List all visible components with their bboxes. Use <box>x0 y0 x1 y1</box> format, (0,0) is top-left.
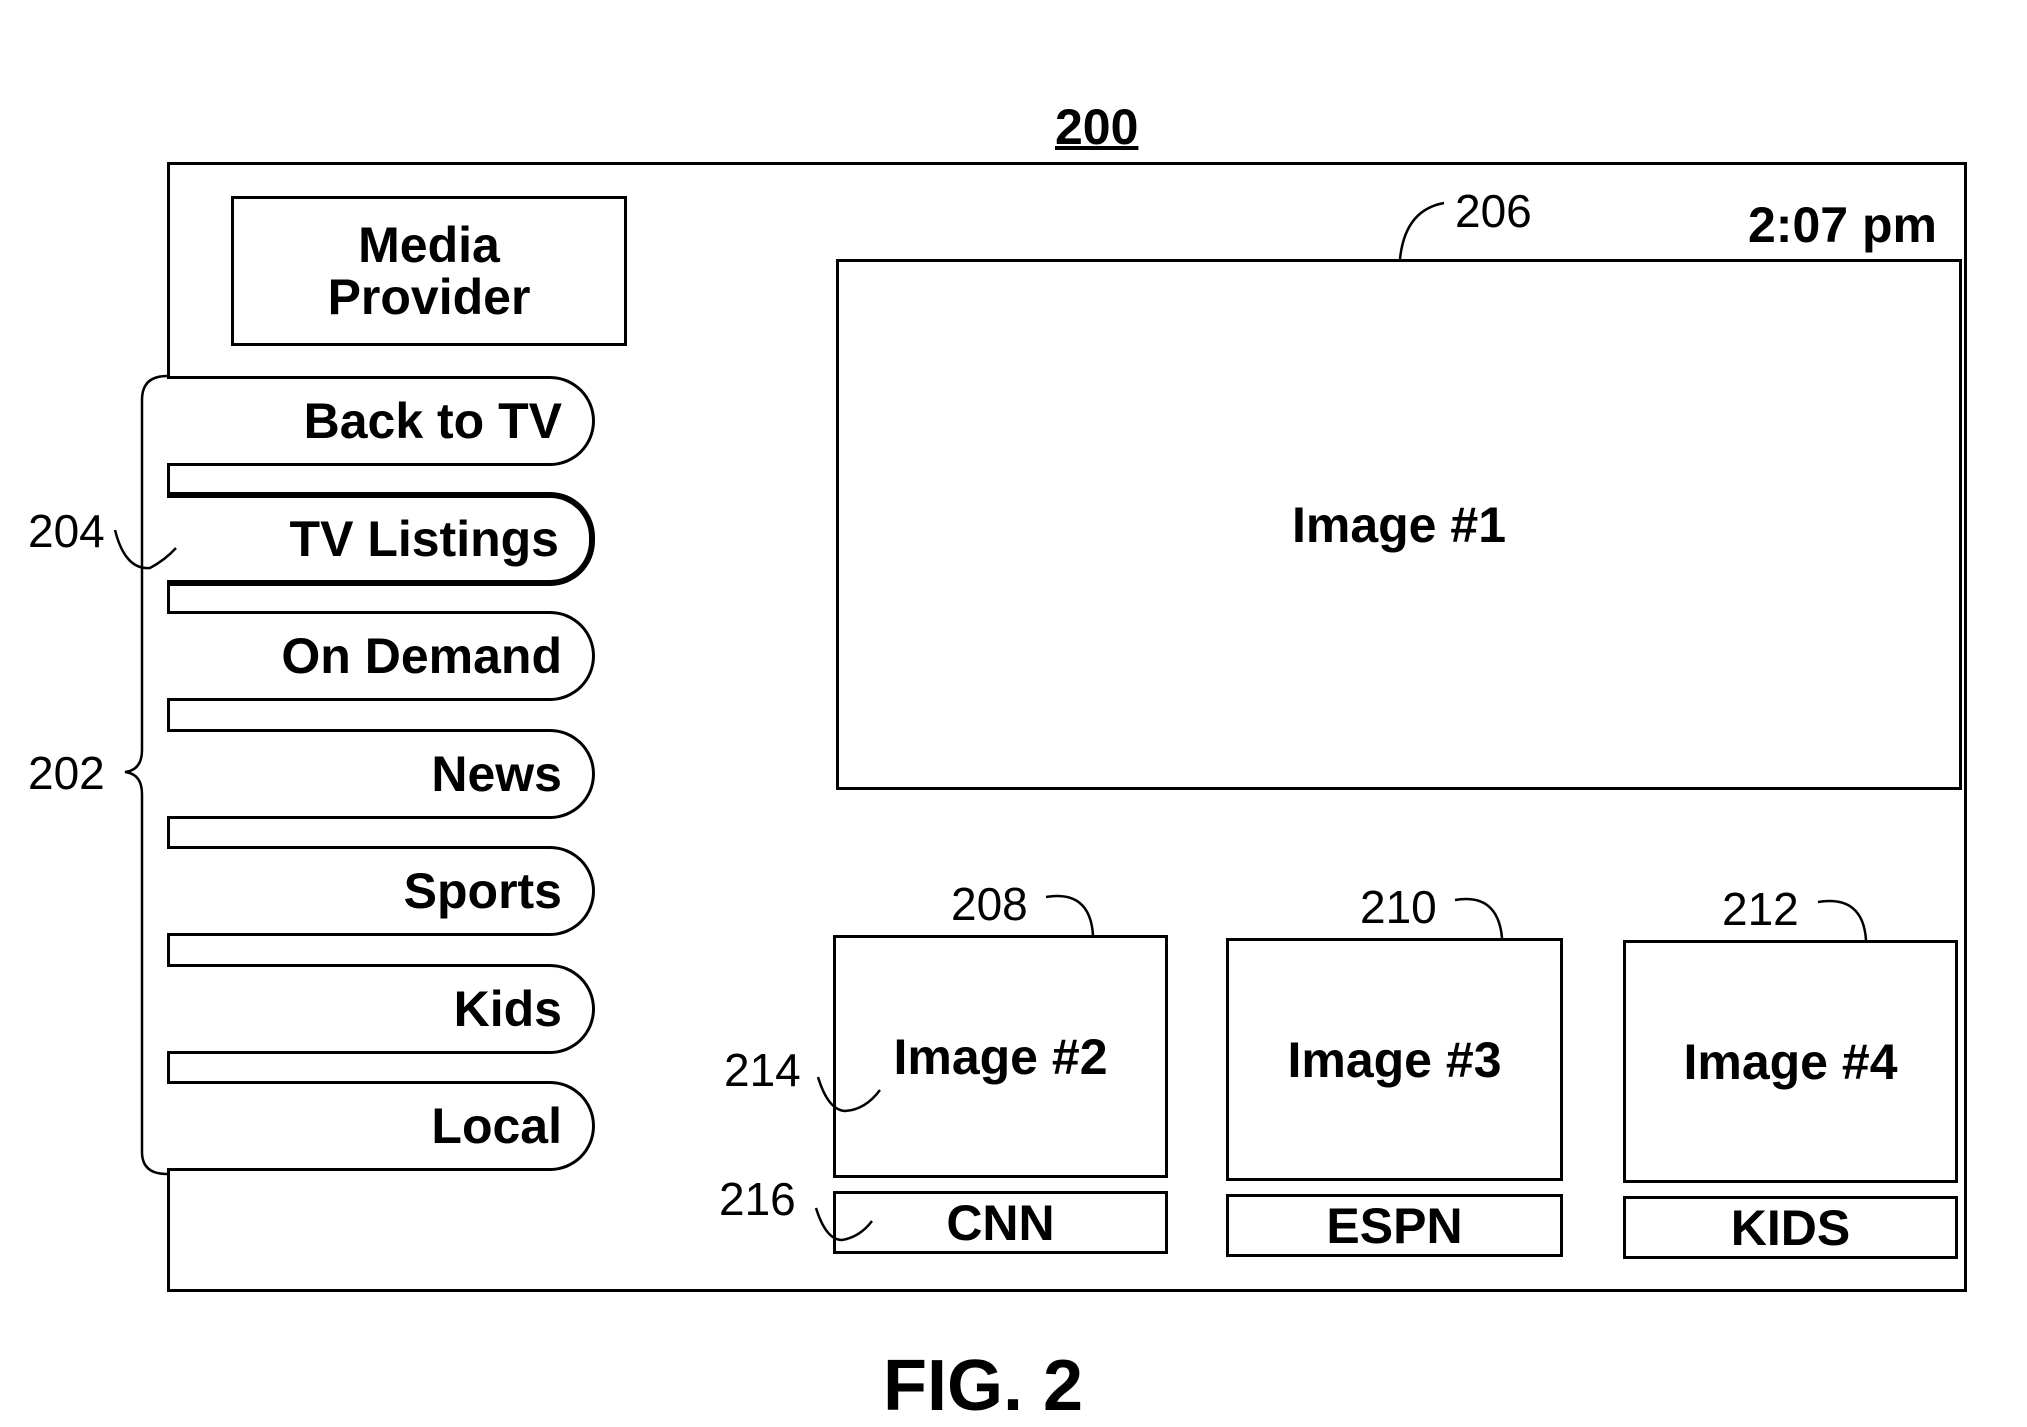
channel-name: CNN <box>946 1194 1055 1251</box>
thumbnail-image-label: Image #2 <box>893 1028 1108 1085</box>
thumbnail-cnn[interactable]: Image #2 <box>833 935 1168 1178</box>
ref-numeral-202: 202 <box>28 747 105 799</box>
clock: 2:07 pm <box>1748 197 1937 253</box>
menu-item-label: News <box>431 746 562 802</box>
brace-202 <box>124 374 168 1176</box>
thumbnail-kids[interactable]: Image #4 <box>1623 940 1958 1183</box>
menu-item-kids[interactable]: Kids <box>167 964 595 1054</box>
figure-number: 200 <box>1055 99 1139 155</box>
ref-numeral-214: 214 <box>724 1044 801 1096</box>
menu-item-label: Local <box>431 1098 562 1154</box>
main-image-panel[interactable]: Image #1 <box>836 259 1962 790</box>
ref-numeral-216: 216 <box>719 1173 796 1225</box>
channel-label-espn[interactable]: ESPN <box>1226 1194 1563 1257</box>
menu-item-label: Kids <box>453 981 562 1037</box>
ref-numeral-206: 206 <box>1455 185 1532 237</box>
thumbnail-image-label: Image #4 <box>1683 1033 1898 1090</box>
media-provider-logo: Media Provider <box>231 196 627 346</box>
ref-numeral-212: 212 <box>1722 883 1799 935</box>
ref-numeral-204: 204 <box>28 505 105 557</box>
thumbnail-image-label: Image #3 <box>1287 1031 1502 1088</box>
brand-line-1: Media <box>358 217 500 273</box>
thumbnail-espn[interactable]: Image #3 <box>1226 938 1563 1181</box>
figure-caption: FIG. 2 <box>883 1346 1084 1426</box>
menu-item-local[interactable]: Local <box>167 1081 595 1171</box>
menu-item-label: On Demand <box>281 628 562 684</box>
channel-name: ESPN <box>1326 1197 1463 1254</box>
channel-label-kids[interactable]: KIDS <box>1623 1196 1958 1259</box>
ref-numeral-208: 208 <box>951 878 1028 930</box>
main-image-label: Image #1 <box>1291 496 1506 553</box>
ref-numeral-210: 210 <box>1360 881 1437 933</box>
channel-name: KIDS <box>1730 1199 1851 1256</box>
channel-label-cnn[interactable]: CNN <box>833 1191 1168 1254</box>
menu-item-label: Back to TV <box>303 393 562 449</box>
menu-item-tv-listings[interactable]: TV Listings <box>167 492 595 586</box>
menu-item-label: Sports <box>403 863 562 919</box>
menu-item-news[interactable]: News <box>167 729 595 819</box>
menu-item-sports[interactable]: Sports <box>167 846 595 936</box>
menu-item-on-demand[interactable]: On Demand <box>167 611 595 701</box>
menu-item-back-to-tv[interactable]: Back to TV <box>167 376 595 466</box>
menu-item-label: TV Listings <box>289 511 559 567</box>
brand-line-2: Provider <box>327 269 531 325</box>
